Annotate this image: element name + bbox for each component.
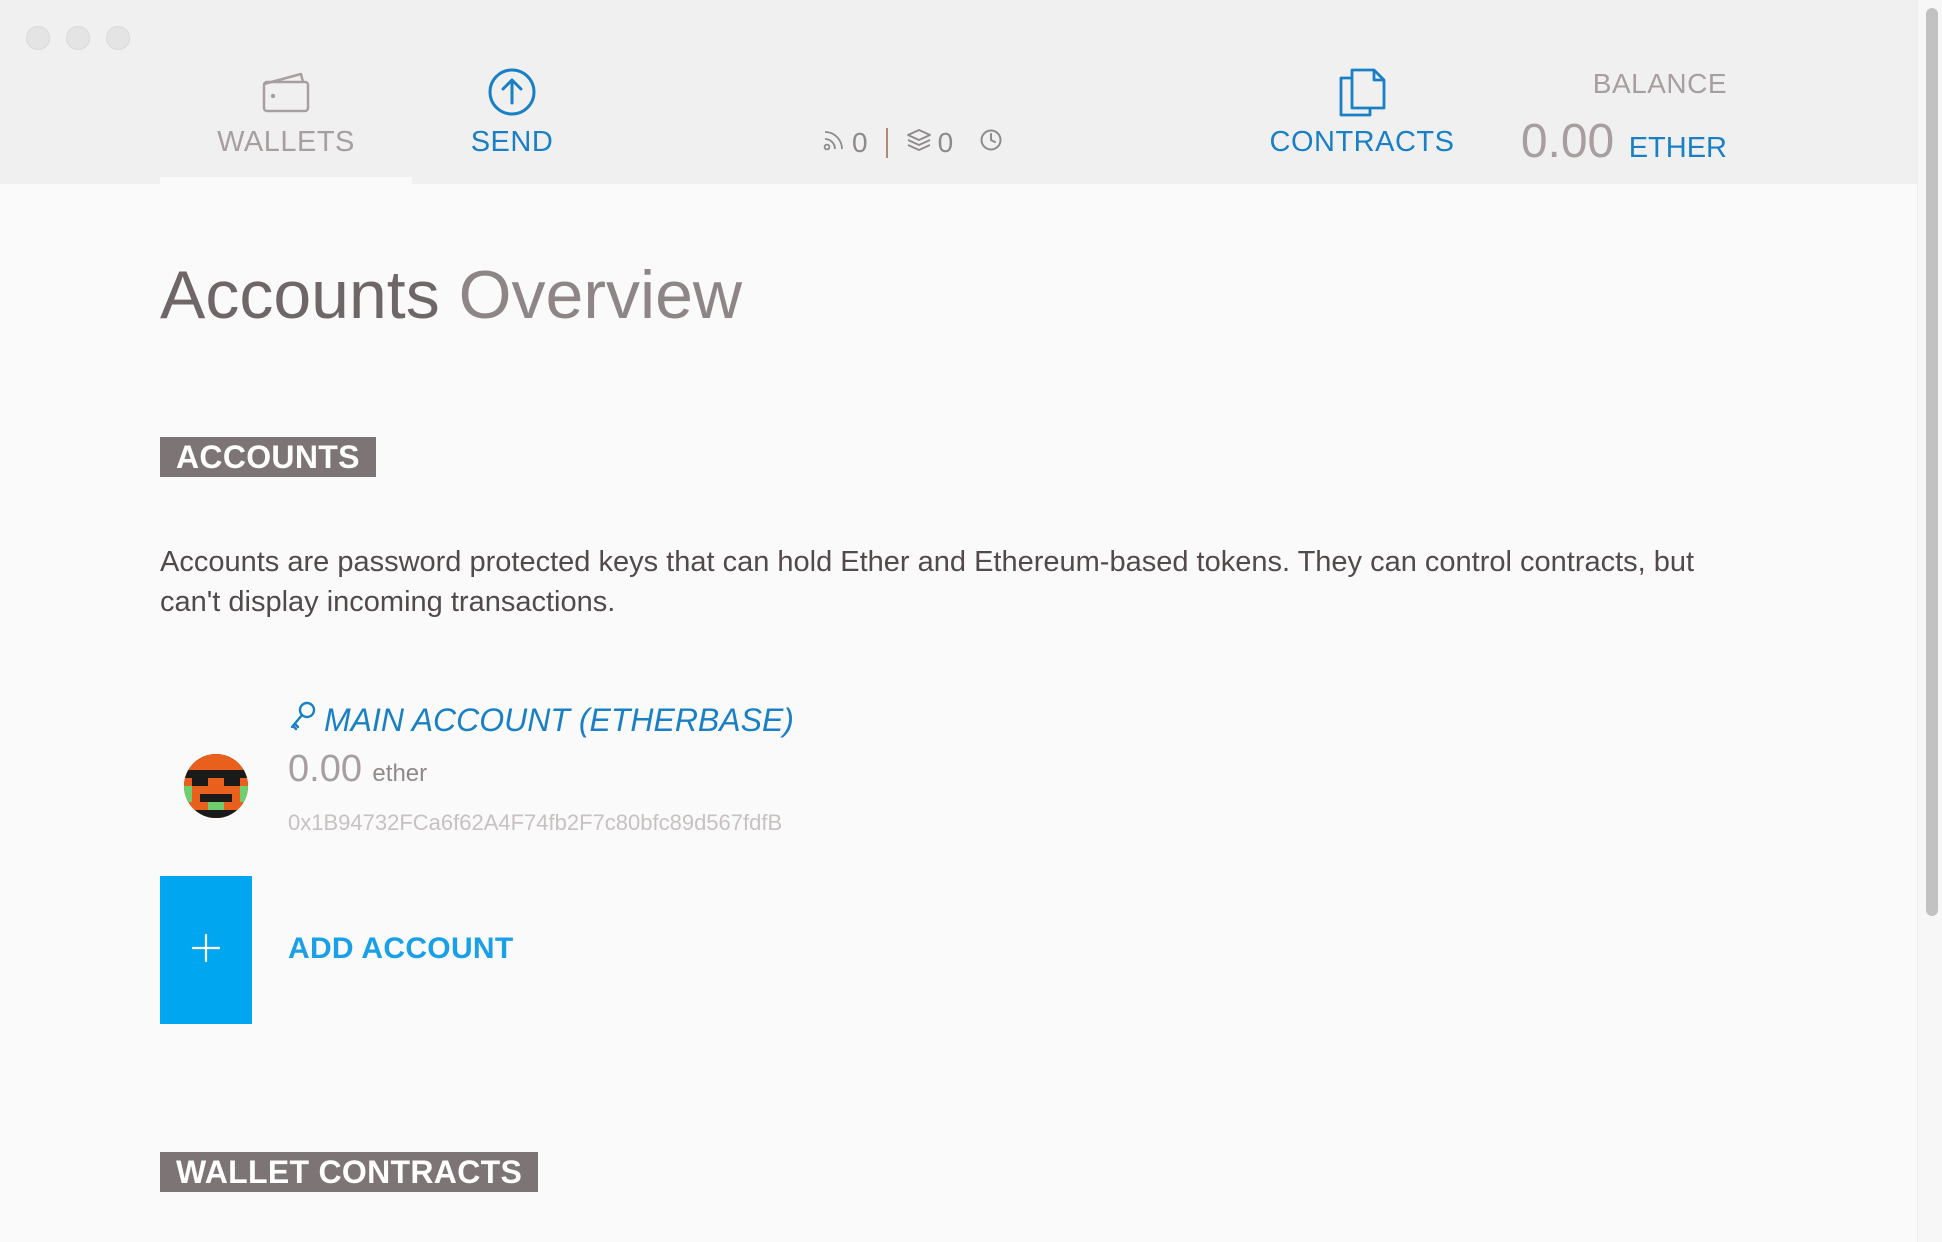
block-count-value: 0	[937, 127, 954, 158]
accounts-description: Accounts are password protected keys tha…	[160, 546, 1695, 618]
page-title: Accounts Overview	[160, 256, 742, 334]
balance-unit: ETHER	[1628, 132, 1727, 164]
vertical-scrollbar[interactable]	[1917, 0, 1942, 1242]
top-navigation-bar: WALLETS SEND 0 0 CONTRACTS BALANCE 0.00 …	[0, 0, 1917, 184]
window-close-button[interactable]	[26, 26, 50, 50]
plus-icon	[191, 933, 221, 968]
wallet-contracts-section-heading: WALLET CONTRACTS	[160, 1152, 539, 1192]
key-icon	[288, 700, 318, 740]
add-account-label: ADD ACCOUNT	[288, 932, 514, 965]
account-identicon	[184, 754, 248, 818]
balance-amount: 0.00	[1520, 115, 1615, 168]
balance-title: BALANCE	[1592, 68, 1727, 99]
scrollbar-thumb[interactable]	[1926, 8, 1938, 916]
peer-count: 0	[822, 127, 868, 159]
tab-wallets-label: WALLETS	[217, 126, 355, 158]
add-account-plus-box[interactable]	[160, 876, 252, 1024]
tab-send[interactable]: SEND	[452, 0, 572, 184]
tab-send-label: SEND	[470, 126, 554, 158]
tab-contracts[interactable]: CONTRACTS	[1262, 0, 1462, 184]
window-zoom-button[interactable]	[106, 26, 130, 50]
account-address: 0x1B94732FCa6f62A4F74fb2F7c80bfc89d567fd…	[288, 810, 783, 835]
account-balance: 0.00 ether	[288, 748, 427, 791]
page-title-light: Overview	[458, 257, 742, 333]
tab-contracts-label: CONTRACTS	[1269, 126, 1455, 158]
account-name[interactable]: MAIN ACCOUNT (ETHERBASE)	[288, 700, 794, 740]
account-balance-amount: 0.00	[288, 748, 362, 790]
clock-icon	[979, 127, 1003, 159]
total-balance: BALANCE 0.00 ETHER	[1521, 68, 1727, 169]
peer-count-value: 0	[852, 127, 868, 158]
blocks-layers-icon	[906, 127, 932, 160]
peers-signal-icon	[822, 127, 846, 159]
page-title-strong: Accounts	[160, 257, 440, 333]
window-minimize-button[interactable]	[66, 26, 90, 50]
wallet-icon	[261, 66, 311, 118]
tab-wallets[interactable]: WALLETS	[160, 0, 412, 184]
contracts-document-icon	[1336, 66, 1388, 118]
account-balance-unit: ether	[372, 760, 428, 787]
last-block-time	[979, 127, 1003, 159]
send-arrow-icon	[487, 66, 537, 118]
add-account-button[interactable]: ADD ACCOUNT	[160, 876, 720, 1024]
account-item[interactable]: MAIN ACCOUNT (ETHERBASE) 0.00 ether 0x1B…	[160, 700, 1060, 840]
active-tab-indicator	[160, 177, 412, 184]
network-status: 0 0	[822, 124, 1003, 162]
account-name-text: MAIN ACCOUNT (ETHERBASE)	[324, 701, 794, 738]
block-count: 0	[906, 127, 954, 160]
accounts-section-heading: ACCOUNTS	[160, 437, 376, 477]
status-divider	[885, 128, 888, 158]
